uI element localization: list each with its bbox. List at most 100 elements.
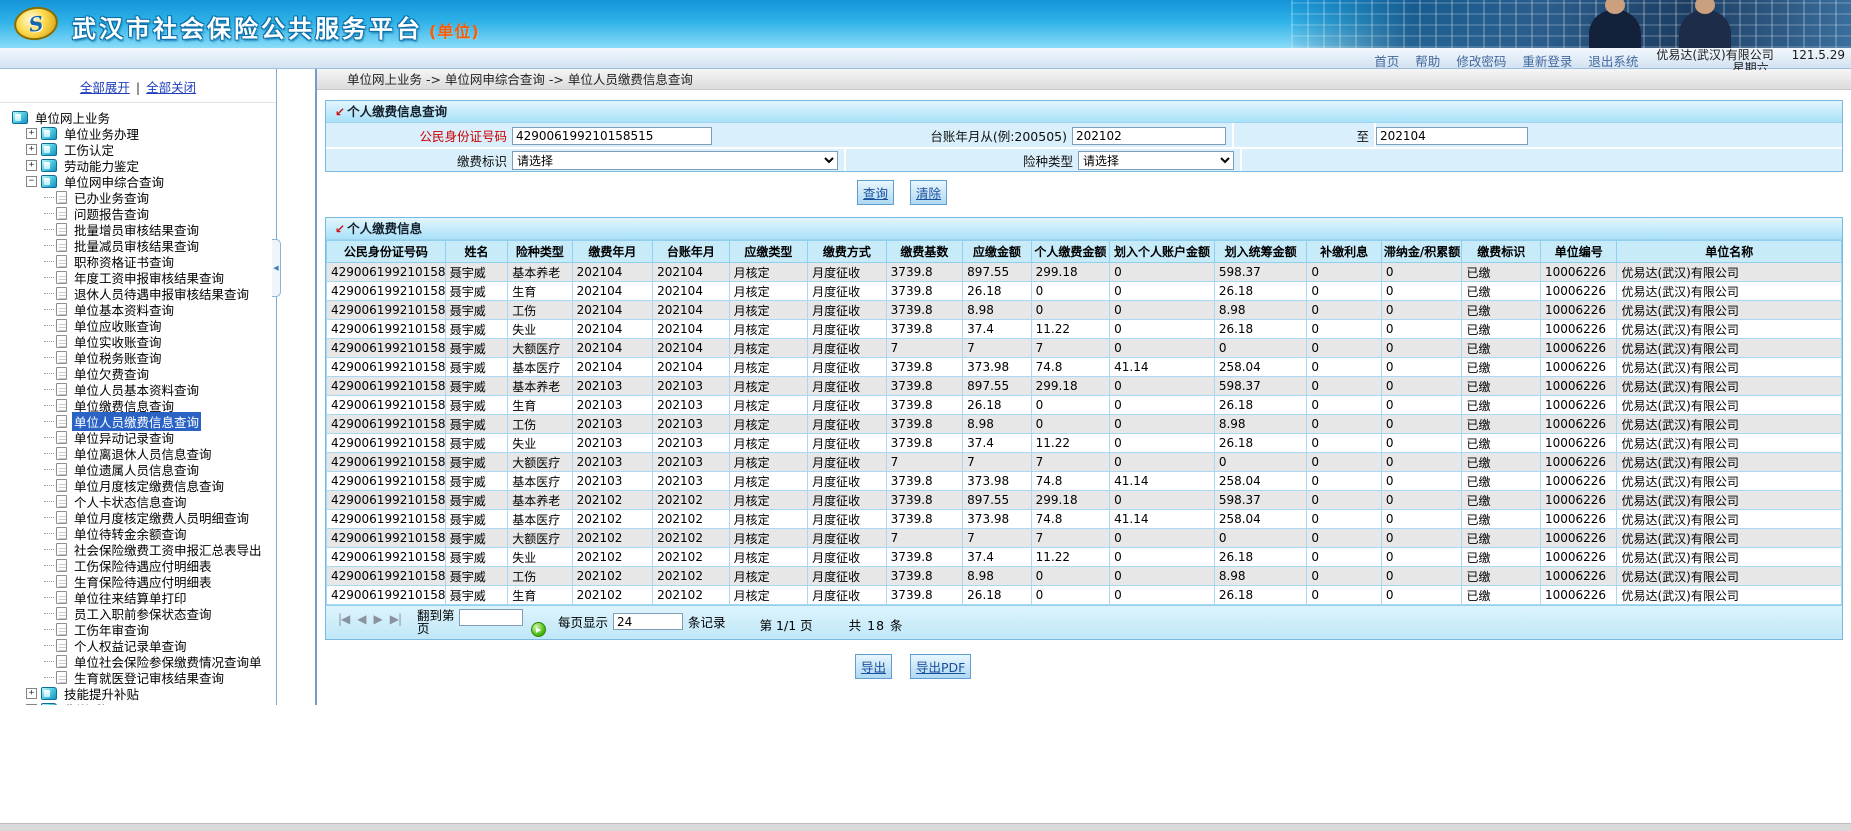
sidebar-group[interactable]: + 稳岗返还 — [10, 701, 276, 705]
goto-page-button[interactable]: ▶ — [531, 622, 547, 637]
total-info: 共 18 条 — [848, 618, 904, 633]
table-row[interactable]: 429006199210158515聂宇威大额医疗202103202103月核定… — [326, 452, 1842, 472]
clear-button[interactable]: 清除 — [910, 180, 948, 205]
table-cell: 429006199210158515 — [326, 490, 446, 510]
top-link[interactable]: 退出系统 — [1588, 51, 1638, 70]
insurance-type-cell: 请选择 — [1078, 150, 1240, 171]
table-cell: 聂宇威 — [444, 547, 509, 567]
table-cell: 0 — [1306, 319, 1382, 339]
tree-connector — [44, 356, 54, 358]
tree-expander-icon[interactable]: − — [26, 175, 37, 187]
sidebar-tree: 单位网上业务 + 单位业务办理 + 工伤认定 + 劳动能力鉴定 − 单位网申综合查询 已办业务查询… — [10, 109, 276, 705]
export-pdf-button[interactable]: 导出PDF — [910, 654, 972, 679]
sidebar-item-label[interactable]: 稳岗返还 — [62, 700, 116, 706]
insurance-type-select[interactable]: 请选择 — [1078, 151, 1234, 171]
table-row[interactable]: 429006199210158515聂宇威基本养老202102202102月核定… — [326, 490, 1842, 510]
sidebar-group[interactable]: + 技能提升补贴 — [10, 685, 276, 702]
table-cell: 聂宇威 — [444, 509, 509, 529]
tree-connector — [44, 372, 54, 374]
page-icon — [56, 622, 67, 636]
table-row[interactable]: 429006199210158515聂宇威失业202104202104月核定月度… — [326, 319, 1842, 339]
table-cell: 0 — [1380, 509, 1463, 529]
table-cell: 已缴 — [1461, 528, 1541, 548]
table-cell: 月度征收 — [807, 357, 887, 377]
table-cell: 0 — [1109, 319, 1215, 339]
table-cell: 聂宇威 — [444, 490, 509, 510]
table-row[interactable]: 429006199210158515聂宇威基本医疗202102202102月核定… — [326, 509, 1842, 529]
tree-connector — [44, 292, 54, 294]
table-cell: 0 — [1380, 300, 1463, 320]
table-row[interactable]: 429006199210158515聂宇威生育202104202104月核定月度… — [326, 281, 1842, 301]
first-page-icon[interactable]: |◀ — [338, 612, 350, 626]
prev-page-icon[interactable]: ◀ — [357, 612, 366, 626]
table-cell: 0 — [1306, 300, 1382, 320]
table-row[interactable]: 429006199210158515聂宇威生育202102202102月核定月度… — [326, 585, 1842, 605]
tree-expander-icon[interactable]: + — [26, 127, 37, 139]
sidebar-group[interactable]: + 单位业务办理 — [10, 125, 276, 142]
table-cell: 10006226 — [1539, 566, 1618, 586]
column-header: 缴费方式 — [807, 240, 887, 263]
table-row[interactable]: 429006199210158515聂宇威工伤202103202103月核定月度… — [326, 414, 1842, 434]
page-icon — [56, 190, 67, 204]
table-cell: 897.55 — [962, 490, 1032, 510]
table-cell: 429006199210158515 — [326, 452, 446, 472]
table-row[interactable]: 429006199210158515聂宇威失业202102202102月核定月度… — [326, 547, 1842, 567]
table-row[interactable]: 429006199210158515聂宇威工伤202104202104月核定月度… — [326, 300, 1842, 320]
sidebar-splitter[interactable]: ◀ — [272, 69, 315, 705]
tree-connector — [44, 628, 54, 630]
table-cell: 聂宇威 — [444, 338, 509, 358]
last-page-icon[interactable]: ▶| — [390, 612, 402, 626]
table-row[interactable]: 429006199210158515聂宇威工伤202102202102月核定月度… — [326, 566, 1842, 586]
top-link[interactable]: 帮助 — [1415, 51, 1440, 70]
period-to-input[interactable] — [1376, 127, 1528, 145]
sidebar-item[interactable]: 生育就医登记审核结果查询 — [10, 669, 276, 686]
id-input[interactable] — [512, 127, 712, 145]
table-cell: 373.98 — [962, 509, 1032, 529]
table-row[interactable]: 429006199210158515聂宇威基本养老202104202104月核定… — [326, 262, 1842, 282]
table-row[interactable]: 429006199210158515聂宇威失业202103202103月核定月度… — [326, 433, 1842, 453]
collapse-all-link[interactable]: 全部关闭 — [146, 80, 196, 95]
table-cell: 10006226 — [1539, 433, 1618, 453]
top-link[interactable]: 首页 — [1374, 51, 1399, 70]
table-row[interactable]: 429006199210158515聂宇威基本医疗202104202104月核定… — [326, 357, 1842, 377]
per-page-input[interactable] — [613, 613, 684, 630]
table-cell: 202102 — [571, 509, 654, 529]
table-cell: 优易达(武汉)有限公司 — [1616, 433, 1842, 453]
table-cell: 0 — [1380, 357, 1463, 377]
table-cell: 3739.8 — [885, 566, 964, 586]
table-cell: 月度征收 — [807, 281, 887, 301]
tree-connector — [44, 468, 54, 470]
sidebar-collapse-handle[interactable]: ◀ — [272, 239, 281, 297]
top-link[interactable]: 修改密码 — [1456, 51, 1506, 70]
tree-connector — [44, 644, 54, 646]
table-row[interactable]: 429006199210158515聂宇威基本医疗202103202103月核定… — [326, 471, 1842, 491]
table-cell: 优易达(武汉)有限公司 — [1616, 566, 1842, 586]
pay-flag-select[interactable]: 请选择 — [512, 151, 838, 171]
table-row[interactable]: 429006199210158515聂宇威大额医疗202102202102月核定… — [326, 528, 1842, 548]
table-row[interactable]: 429006199210158515聂宇威大额医疗202104202104月核定… — [326, 338, 1842, 358]
table-row[interactable]: 429006199210158515聂宇威生育202103202103月核定月度… — [326, 395, 1842, 415]
sidebar-group[interactable]: + 工伤认定 — [10, 141, 276, 158]
table-cell: 生育 — [507, 281, 573, 301]
table-cell: 0 — [1380, 433, 1463, 453]
table-cell: 0 — [1306, 262, 1382, 282]
table-cell: 月度征收 — [807, 433, 887, 453]
goto-page-input[interactable] — [459, 609, 524, 626]
tree-expander-icon[interactable]: + — [26, 703, 37, 705]
table-cell: 优易达(武汉)有限公司 — [1616, 357, 1842, 377]
bottom-scrollbar-strip[interactable] — [0, 823, 1851, 831]
export-button[interactable]: 导出 — [855, 654, 893, 679]
next-page-icon[interactable]: ▶ — [374, 612, 383, 626]
tree-expander-icon[interactable]: + — [26, 143, 37, 155]
period-from-input[interactable] — [1072, 127, 1226, 145]
table-cell: 3739.8 — [885, 300, 964, 320]
tree-expander-icon[interactable]: + — [26, 159, 37, 171]
table-cell: 优易达(武汉)有限公司 — [1616, 585, 1842, 605]
top-link[interactable]: 重新登录 — [1522, 51, 1572, 70]
query-button[interactable]: 查询 — [857, 180, 895, 205]
table-cell: 0 — [1030, 414, 1111, 434]
tree-expander-icon[interactable]: + — [26, 687, 37, 699]
expand-all-link[interactable]: 全部展开 — [80, 80, 130, 95]
table-row[interactable]: 429006199210158515聂宇威基本养老202103202103月核定… — [326, 376, 1842, 396]
sidebar-group[interactable]: 单位网上业务 — [10, 109, 276, 126]
